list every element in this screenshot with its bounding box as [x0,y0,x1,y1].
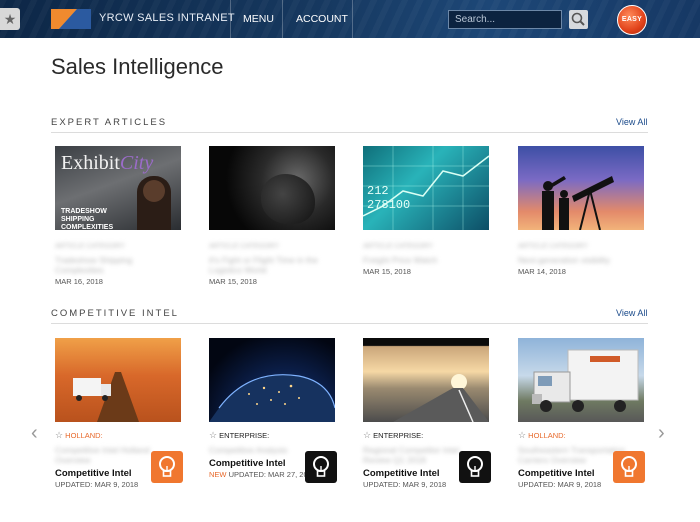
intel-tag: ☆ HOLLAND: [518,430,566,440]
article-thumbnail[interactable]: ExhibitCity TRADESHOW SHIPPING COMPLEXIT… [55,146,181,230]
highway-sunset-graphic [393,374,489,422]
person-head [143,180,165,202]
article-date: MAR 15, 2018 [363,267,411,276]
page-title: Sales Intelligence [51,54,224,79]
carousel-next-icon[interactable]: › [658,422,665,445]
article-thumbnail[interactable] [518,146,644,230]
search-input[interactable] [448,10,562,29]
intel-tag: ☆ ENTERPRISE: [209,430,270,440]
telescope-silhouette [542,176,614,230]
section-title-expert-articles: EXPERT ARTICLES [51,117,168,128]
search-button[interactable] [569,10,588,29]
article-date: MAR 15, 2018 [209,277,257,286]
article-thumbnail[interactable]: 212 278100 [363,146,489,230]
intel-tag: ☆ HOLLAND: [55,430,103,440]
favorite-star-icon[interactable]: ☆ [363,430,371,440]
favorites-star-icon[interactable]: ★ [0,8,20,30]
thumb-title-text: ExhibitCity [61,152,154,174]
article-card[interactable]: ARTICLE CATEGORY It's Fight or Flight Ti… [209,146,335,286]
article-meta: ARTICLE CATEGORY Tradeshow Shipping Comp… [55,243,133,275]
nav-account[interactable]: ACCOUNT [296,13,348,25]
favorite-star-icon[interactable]: ☆ [55,430,63,440]
article-thumbnail[interactable] [209,146,335,230]
truck-road-graphic [73,372,139,422]
nav-divider [352,0,353,38]
carousel-prev-icon[interactable]: ‹ [31,422,38,445]
article-meta: ARTICLE CATEGORY Next-generation visibil… [518,243,611,265]
nav-divider [230,0,231,38]
article-card[interactable]: 212 278100 ARTICLE CATEGORY Freight Pric… [363,146,489,276]
boxing-glove [261,174,315,224]
favorite-star-icon[interactable]: ☆ [209,430,217,440]
article-card[interactable]: ExhibitCity TRADESHOW SHIPPING COMPLEXIT… [55,146,181,286]
search-icon [571,12,585,26]
intel-thumbnail[interactable] [55,338,181,422]
lightbulb-icon[interactable] [151,451,183,483]
section-title-competitive-intel: COMPETITIVE INTEL [51,308,179,319]
easy-button[interactable]: EASY [617,5,647,35]
lightbulb-icon[interactable] [305,451,337,483]
earth-night-graphic [209,374,335,422]
intel-tag: ☆ ENTERPRISE: [363,430,424,440]
section-divider [51,132,648,133]
stock-ticker-numbers: 212 278100 [367,184,411,212]
semi-truck-graphic [532,349,639,412]
article-card[interactable]: ARTICLE CATEGORY Next-generation visibil… [518,146,644,276]
intel-thumbnail[interactable] [518,338,644,422]
lightbulb-icon[interactable] [613,451,645,483]
brand-name[interactable]: YRCW SALES INTRANET [99,12,235,24]
company-logo[interactable] [51,9,91,29]
article-date: MAR 14, 2018 [518,267,566,276]
favorite-star-icon[interactable]: ☆ [518,430,526,440]
intel-thumbnail[interactable] [363,338,489,422]
view-all-expert-articles[interactable]: View All [616,117,647,127]
article-meta: ARTICLE CATEGORY It's Fight or Flight Ti… [209,243,318,275]
thumb-caption: TRADESHOW SHIPPING COMPLEXITIES [61,208,114,230]
lightbulb-icon[interactable] [459,451,491,483]
view-all-competitive-intel[interactable]: View All [616,308,647,318]
article-date: MAR 16, 2018 [55,277,103,286]
section-divider [51,323,648,324]
intel-thumbnail[interactable] [209,338,335,422]
article-meta: ARTICLE CATEGORY Freight Price Watch [363,243,438,265]
nav-menu[interactable]: MENU [243,13,274,25]
nav-divider [282,0,283,38]
